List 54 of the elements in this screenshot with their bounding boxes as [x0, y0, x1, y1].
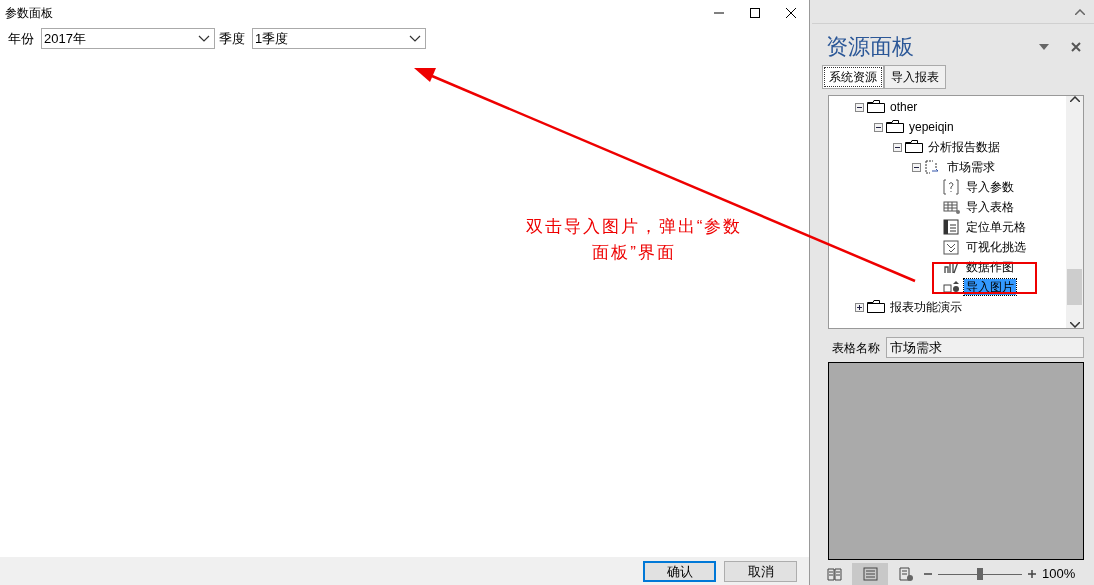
- annotation-text: 双击导入图片，弹出“参数面板”界面: [524, 216, 744, 264]
- table-icon: [943, 199, 961, 215]
- panel-tab[interactable]: 导入报表: [884, 65, 946, 89]
- tree-item[interactable]: 定位单元格: [964, 219, 1028, 235]
- panel-tab[interactable]: 系统资源: [822, 65, 884, 89]
- expand-toggle[interactable]: [874, 122, 883, 132]
- param-dropdown[interactable]: 2017年: [41, 28, 215, 49]
- chevron-icon: [198, 34, 210, 43]
- param-dropdown[interactable]: 1季度: [252, 28, 426, 49]
- close-icon: [1071, 41, 1081, 52]
- folder-icon: [886, 119, 904, 135]
- page-view-icon: [862, 567, 878, 581]
- tree-item[interactable]: other: [888, 99, 920, 115]
- tree-item[interactable]: 导入参数: [964, 179, 1016, 195]
- slider-thumb[interactable]: [977, 568, 983, 580]
- cell-icon: [943, 219, 961, 235]
- dialog-title: 参数面板: [5, 5, 53, 22]
- scrollbar-thumb[interactable]: [1067, 269, 1082, 305]
- read-view-icon: [826, 567, 842, 581]
- field-label: 表格名称: [832, 339, 880, 357]
- zoom-out-icon[interactable]: [924, 570, 932, 578]
- tree-item[interactable]: yepeiqin: [907, 119, 956, 135]
- param-icon: [943, 179, 961, 195]
- expand-toggle[interactable]: [912, 162, 921, 172]
- caret-up-icon: [1075, 9, 1085, 15]
- param-label: 年份: [8, 29, 34, 48]
- tree-item[interactable]: 报表功能演示: [888, 299, 964, 315]
- tree-item[interactable]: 可视化挑选: [964, 239, 1028, 255]
- zoom-in-icon[interactable]: [1028, 570, 1036, 578]
- table-name-field[interactable]: 市场需求: [886, 337, 1084, 358]
- expand-toggle[interactable]: [855, 302, 864, 312]
- close-icon: [786, 8, 796, 18]
- web-view-icon: [898, 567, 914, 581]
- filter-icon: [943, 239, 961, 255]
- param-label: 季度: [219, 29, 245, 48]
- picture-icon: [943, 279, 961, 295]
- tree-item[interactable]: 分析报告数据: [926, 139, 1002, 155]
- expand-toggle[interactable]: [855, 102, 864, 112]
- scroll-down-icon: [1069, 322, 1080, 328]
- folder-icon: [867, 99, 885, 115]
- zoom-percent: 100%: [1042, 565, 1076, 584]
- panel-title: 资源面板: [826, 33, 914, 61]
- plus-icon: [856, 303, 863, 311]
- scroll-up-icon: [1069, 96, 1080, 102]
- cancel-button[interactable]: 取消: [724, 560, 797, 582]
- caret-down-icon: [1039, 43, 1049, 50]
- chevron-icon: [409, 34, 421, 43]
- tree-item[interactable]: 市场需求: [945, 159, 997, 175]
- confirm-button[interactable]: 确认: [643, 560, 716, 582]
- tree-item[interactable]: 导入表格: [964, 199, 1016, 215]
- folder-icon: [867, 299, 885, 315]
- maximize-icon: [750, 8, 760, 18]
- expand-toggle[interactable]: [893, 142, 902, 152]
- folder-icon: [905, 139, 923, 155]
